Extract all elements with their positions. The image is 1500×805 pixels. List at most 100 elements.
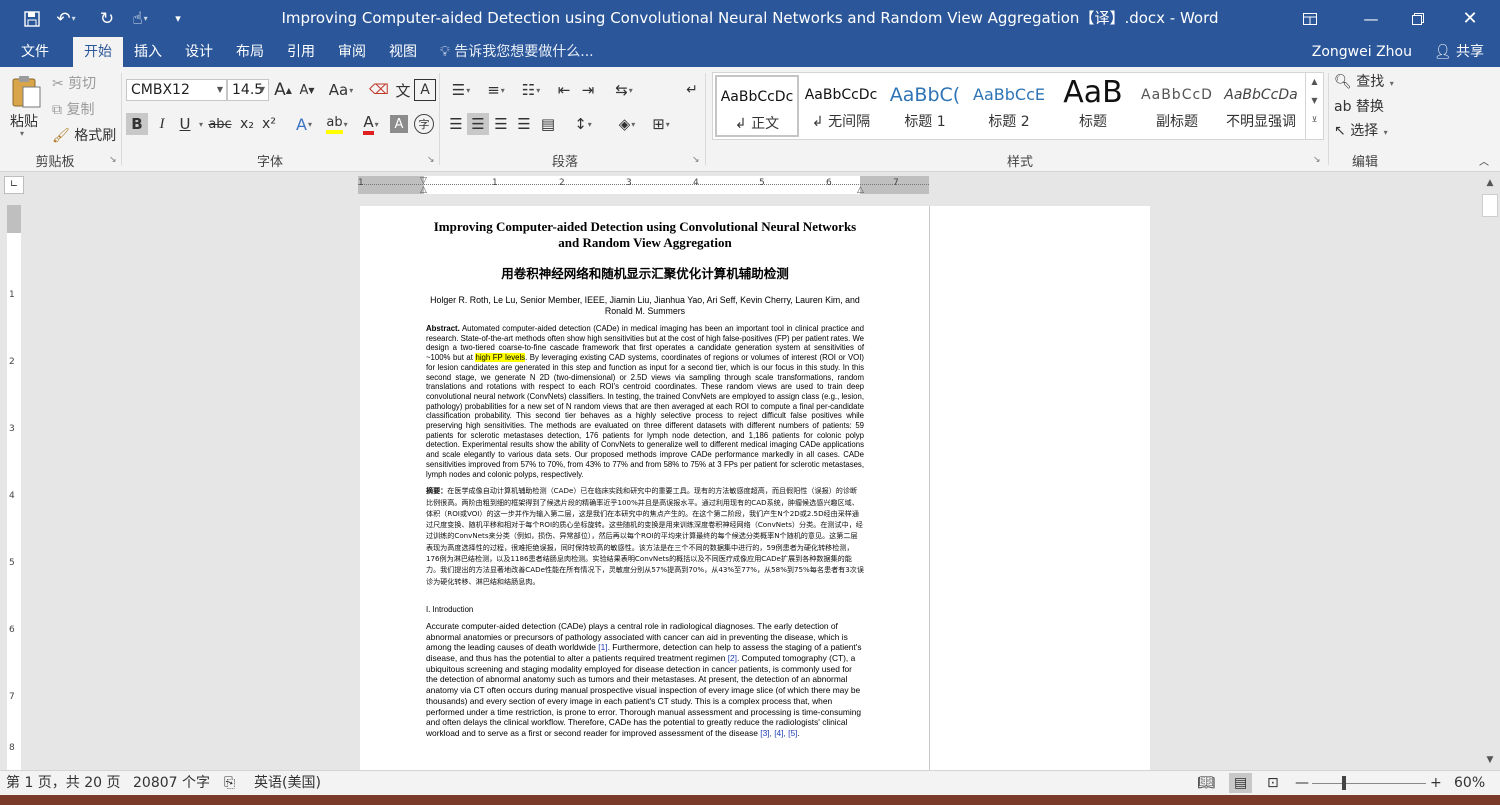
enclose-characters-icon[interactable]: 字 <box>414 114 434 134</box>
zoom-level[interactable]: 60% <box>1454 773 1485 793</box>
read-mode-icon[interactable]: 📖︎ <box>1197 773 1215 793</box>
style-no-spacing[interactable]: AaBbCcDc ↲ 无间隔 <box>799 75 883 137</box>
multilevel-list-icon[interactable]: ☷ ▾ <box>515 79 547 101</box>
vertical-ruler[interactable]: 1 2 3 4 5 6 7 8 <box>7 205 21 770</box>
replace-button[interactable]: ab 替换 <box>1334 96 1384 116</box>
document-content[interactable]: Improving Computer-aided Detection using… <box>426 219 864 739</box>
underline-button[interactable]: U <box>174 113 196 135</box>
tab-layout[interactable]: 布局 <box>226 37 274 67</box>
tab-insert[interactable]: 插入 <box>124 37 172 67</box>
copy-button[interactable]: ⧉ 复制 <box>52 99 94 119</box>
styles-scroll[interactable]: ▲ ▼ ⊻ <box>1306 72 1324 140</box>
font-launcher-icon[interactable]: ↘ <box>427 155 435 165</box>
zoom-slider-thumb[interactable] <box>1342 776 1346 790</box>
paste-label[interactable]: 粘贴 <box>10 111 38 131</box>
zoom-out-icon[interactable]: — <box>1295 773 1309 793</box>
tab-file[interactable]: 文件 <box>10 37 60 67</box>
tab-references[interactable]: 引用 <box>277 37 325 67</box>
tab-review[interactable]: 审阅 <box>328 37 376 67</box>
customize-qat-icon[interactable]: ▾ <box>163 0 193 37</box>
touch-mode-icon[interactable]: ☝ ▾ <box>125 0 155 37</box>
tab-home[interactable]: 开始 <box>73 37 123 67</box>
zoom-in-icon[interactable]: + <box>1430 773 1442 793</box>
styles-launcher-icon[interactable]: ↘ <box>1313 155 1321 165</box>
citation-link[interactable]: [2] <box>728 653 737 663</box>
line-spacing-icon[interactable]: ↕ ▾ <box>566 113 600 135</box>
text-effects-icon[interactable]: A ▾ <box>288 113 320 135</box>
clipboard-launcher-icon[interactable]: ↘ <box>109 155 117 165</box>
redo-icon[interactable]: ↻ <box>92 0 122 37</box>
highlight-color-icon[interactable]: ab ▾ <box>321 113 353 135</box>
distributed-icon[interactable]: ▤ <box>537 113 559 135</box>
chevron-down-icon[interactable]: ▼ <box>1306 96 1323 105</box>
sort-icon[interactable]: ↵ <box>681 79 703 101</box>
style-heading-1[interactable]: AaBbC( 标题 1 <box>883 75 967 137</box>
numbering-icon[interactable]: ≡ ▾ <box>480 79 512 101</box>
scrollbar-thumb[interactable] <box>1482 194 1498 217</box>
zoom-slider[interactable] <box>1312 783 1426 784</box>
style-heading-2[interactable]: AaBbCcE 标题 2 <box>967 75 1051 137</box>
strikethrough-button[interactable]: abc <box>207 113 233 135</box>
bullets-icon[interactable]: ☰ ▾ <box>445 79 477 101</box>
tab-selector-icon[interactable]: ∟ <box>4 176 24 194</box>
expand-gallery-icon[interactable]: ⊻ <box>1306 115 1323 124</box>
save-icon[interactable] <box>17 0 47 37</box>
cut-button[interactable]: ✂ 剪切 <box>52 73 96 93</box>
font-color-icon[interactable]: A ▾ <box>355 113 387 135</box>
change-case-button[interactable]: Aa ▾ <box>325 79 357 101</box>
shrink-font-icon[interactable]: A ▼ <box>296 79 318 101</box>
align-right-icon[interactable]: ☰ <box>490 113 512 135</box>
format-painter-button[interactable]: 🖌︎ 格式刷 <box>52 125 116 145</box>
underline-dropdown-icon[interactable]: ▾ <box>196 113 206 135</box>
align-center-icon[interactable]: ☰ <box>467 113 489 135</box>
paste-icon[interactable] <box>8 73 44 109</box>
hanging-indent-marker[interactable]: △ <box>420 185 427 195</box>
citation-link[interactable]: [3], [4], [5] <box>760 728 797 738</box>
vertical-scrollbar[interactable]: ▲ ▼ <box>1480 172 1500 770</box>
scroll-up-icon[interactable]: ▲ <box>1482 175 1498 191</box>
increase-indent-icon[interactable]: ⇥ <box>577 79 599 101</box>
font-size-combo[interactable]: 14.5 ▼ <box>227 79 269 101</box>
user-name[interactable]: Zongwei Zhou <box>1312 37 1412 67</box>
collapse-ribbon-icon[interactable]: ︿ <box>1476 153 1492 168</box>
ribbon-display-options-icon[interactable] <box>1287 0 1333 37</box>
tell-me-box[interactable]: 💡︎ 告诉我您想要做什么... <box>440 37 594 67</box>
style-subtitle[interactable]: AaBbCcD 副标题 <box>1135 75 1219 137</box>
print-layout-icon[interactable]: ▤ <box>1229 773 1253 793</box>
character-shading-icon[interactable]: A <box>390 115 408 133</box>
decrease-indent-icon[interactable]: ⇤ <box>553 79 575 101</box>
italic-button[interactable]: I <box>151 113 173 135</box>
find-button[interactable]: 🔍︎ 查找 ▾ <box>1334 71 1394 91</box>
paste-dropdown-icon[interactable]: ▾ <box>20 129 24 138</box>
chevron-up-icon[interactable]: ▲ <box>1306 77 1323 86</box>
horizontal-ruler[interactable]: 1 1 2 3 4 5 6 7 ▽ △ △ <box>358 176 929 195</box>
chinese-layout-icon[interactable]: ⇆ ▾ <box>607 79 641 101</box>
tab-design[interactable]: 设计 <box>175 37 223 67</box>
clear-formatting-icon[interactable]: ⌫ <box>368 79 390 101</box>
scroll-down-icon[interactable]: ▼ <box>1482 752 1498 768</box>
page-count[interactable]: 第 1 页，共 20 页 <box>6 773 121 793</box>
style-normal[interactable]: AaBbCcDc ↲ 正文 <box>715 75 799 137</box>
language-indicator[interactable]: 英语(美国) <box>254 773 321 793</box>
font-name-combo[interactable]: CMBX12 ▼ <box>126 79 227 101</box>
word-count[interactable]: 20807 个字 <box>133 773 210 793</box>
citation-link[interactable]: [1] <box>598 642 607 652</box>
justify-icon[interactable]: ☰ <box>513 113 535 135</box>
close-icon[interactable]: ✕ <box>1447 0 1493 37</box>
bold-button[interactable]: B <box>126 113 148 135</box>
align-left-icon[interactable]: ☰ <box>445 113 467 135</box>
tab-view[interactable]: 视图 <box>379 37 427 67</box>
right-indent-marker[interactable]: △ <box>857 185 864 195</box>
grow-font-icon[interactable]: A ▲ <box>272 79 294 101</box>
superscript-button[interactable]: x² <box>258 113 280 135</box>
subscript-button[interactable]: x₂ <box>236 113 258 135</box>
select-button[interactable]: ↖ 选择 ▾ <box>1334 120 1388 140</box>
proofing-icon[interactable]: ⎘ <box>224 773 235 793</box>
shading-icon[interactable]: ◈ ▾ <box>610 113 644 135</box>
restore-icon[interactable] <box>1395 0 1441 37</box>
borders-icon[interactable]: ⊞ ▾ <box>644 113 678 135</box>
share-button[interactable]: 👤︎ 共享 <box>1428 40 1490 64</box>
style-title[interactable]: AaB 标题 <box>1051 75 1135 137</box>
undo-icon[interactable]: ↶ ▾ <box>51 0 81 37</box>
phonetic-guide-icon[interactable]: 文 <box>392 79 414 101</box>
